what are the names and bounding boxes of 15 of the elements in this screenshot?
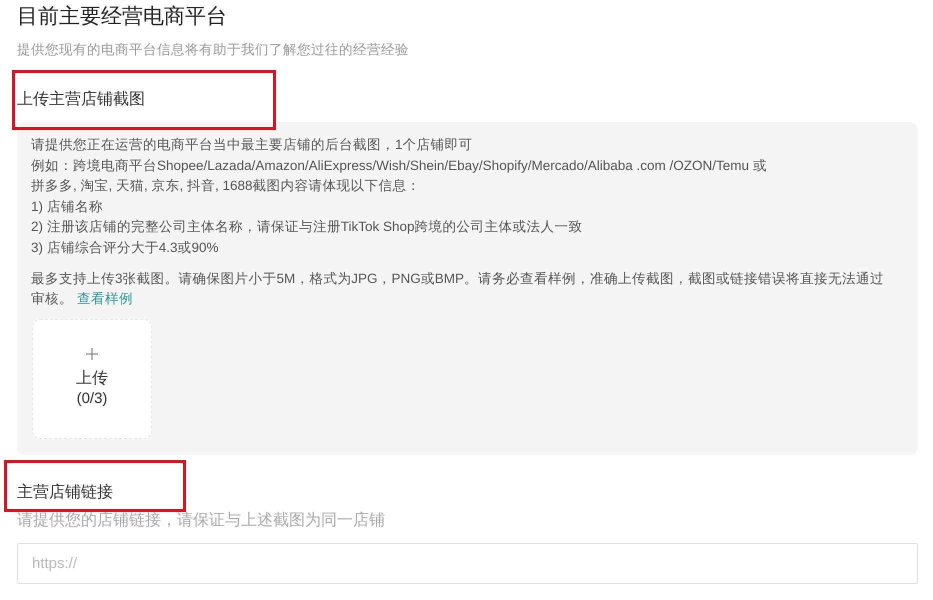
plus-icon	[86, 348, 98, 360]
upload-button[interactable]: 上传 (0/3)	[32, 318, 152, 439]
page-title: 目前主要经营电商平台	[17, 4, 228, 30]
upload-note: 最多支持上传3张截图。请确保图片小于5M，格式为JPG，PNG或BMP。请务必查看样例，准确上传截图，截图或链接错误将直接无法通过审核。 查看样例	[31, 270, 886, 308]
url-input[interactable]: https://	[17, 542, 918, 584]
instruction-line: 请提供您正在运营的电商平台当中最主要店铺的后台截图，1个店铺即可	[31, 136, 474, 154]
field-hint: 请提供您的店铺链接，请保证与上述截图为同一店铺	[17, 510, 386, 531]
instruction-line: 1) 店铺名称	[31, 198, 104, 216]
section-heading: 上传主营店铺截图	[17, 90, 145, 110]
instruction-line: 2) 注册该店铺的完整公司主体名称，请保证与注册TikTok Shop跨境的公司主体或法人一致	[31, 218, 584, 236]
section-heading: 主营店铺链接	[17, 482, 113, 503]
instruction-line: 3) 店铺综合评分大于4.3或90%	[31, 238, 220, 257]
page-subtitle: 提供您现有的电商平台信息将有助于我们了解您过往的经营经验	[17, 41, 410, 59]
instruction-line: 拼多多, 淘宝, 天猫, 京东, 抖音, 1688截图内容请体现以下信息：	[31, 177, 422, 196]
instruction-line: 例如：跨境电商平台Shopee/Lazada/Amazon/AliExpress/Wish/Shein/Ebay/Shopify/Mercado/Alibaba .com /OZON/Temu 或	[31, 156, 768, 175]
